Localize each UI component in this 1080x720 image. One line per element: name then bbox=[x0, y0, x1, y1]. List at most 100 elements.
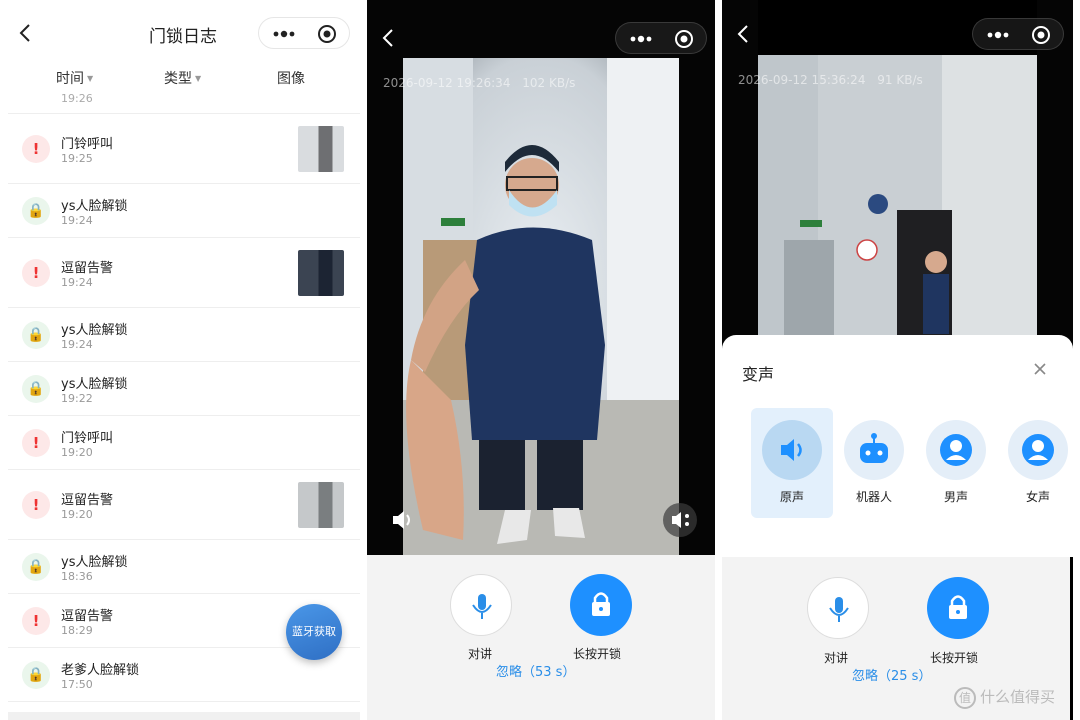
lock-icon: 🔒 bbox=[22, 321, 50, 349]
back-icon[interactable] bbox=[377, 26, 401, 50]
voice-option-label: 机器人 bbox=[855, 490, 892, 504]
entry-title: 门铃呼叫 bbox=[61, 137, 114, 152]
mini-program-capsule bbox=[258, 17, 350, 49]
list-item[interactable]: 🔒 ys人脸解锁 19:24 bbox=[8, 308, 360, 362]
site-watermark: 值什么值得买 bbox=[954, 686, 1055, 709]
voice-change-icon[interactable] bbox=[663, 503, 697, 537]
entry-title: 门铃呼叫 bbox=[61, 431, 114, 446]
talk-label: 对讲 bbox=[468, 647, 493, 661]
ignore-button[interactable]: 忽略（53 s） bbox=[496, 661, 575, 680]
alert-icon: ! bbox=[22, 429, 50, 457]
unlock-button[interactable] bbox=[927, 577, 989, 639]
snapshot-thumbnail[interactable] bbox=[298, 482, 344, 528]
dropdown-icon: ▼ bbox=[87, 74, 94, 83]
microphone-icon bbox=[829, 597, 849, 622]
unlock-label: 长按开锁 bbox=[573, 647, 622, 661]
back-icon[interactable] bbox=[732, 22, 756, 46]
speaker-icon[interactable] bbox=[385, 503, 419, 537]
voice-change-panel: 2026-09-12 15:36:24 91 KB/s 变声 原声 机器人 男声… bbox=[722, 0, 1073, 720]
filter-image[interactable]: 图像 bbox=[277, 68, 305, 88]
talk-button[interactable] bbox=[807, 577, 869, 639]
list-item[interactable]: ! 门铃呼叫 19:20 bbox=[8, 416, 360, 470]
filter-time[interactable]: 时间 ▼ bbox=[56, 68, 93, 88]
voice-option-female[interactable]: 女声 bbox=[997, 408, 1073, 518]
unlock-button[interactable] bbox=[570, 574, 632, 636]
snapshot-thumbnail[interactable] bbox=[298, 126, 344, 172]
list-item[interactable]: 🔒 ys人脸解锁 19:22 bbox=[8, 362, 360, 416]
entry-time: 19:24 bbox=[61, 276, 93, 289]
close-miniprogram-icon[interactable] bbox=[317, 24, 337, 44]
mini-program-capsule bbox=[615, 22, 707, 54]
entry-title: 逗留告警 bbox=[61, 261, 114, 276]
padlock-icon bbox=[949, 595, 967, 619]
lock-icon: 🔒 bbox=[22, 197, 50, 225]
padlock-icon bbox=[592, 592, 610, 616]
voice-option-label: 原声 bbox=[779, 490, 804, 504]
person-icon bbox=[1008, 420, 1068, 480]
call-controls: 对讲 长按开锁 忽略（53 s） bbox=[367, 555, 715, 720]
filter-type[interactable]: 类型 ▼ bbox=[164, 68, 201, 88]
list-item[interactable]: ! 门铃呼叫 19:25 bbox=[8, 114, 360, 184]
log-panel: 门锁日志 时间 ▼ 类型 ▼ 图像 19:26 ! 门铃呼叫 19:25 🔒 ys人脸解锁 1… bbox=[0, 0, 360, 720]
voice-option-robot[interactable]: 机器人 bbox=[833, 408, 915, 518]
close-miniprogram-icon[interactable] bbox=[674, 29, 694, 49]
close-icon[interactable] bbox=[1030, 359, 1050, 379]
list-item[interactable]: ! 逗留告警 19:24 bbox=[8, 238, 360, 308]
log-topbar: 门锁日志 bbox=[0, 0, 360, 66]
ignore-button[interactable]: 忽略（25 s） bbox=[852, 665, 931, 684]
video-bitrate: 91 KB/s bbox=[877, 73, 923, 87]
filter-image-label: 图像 bbox=[277, 71, 305, 87]
entry-time: 19:22 bbox=[61, 392, 93, 405]
entry-time: 19:20 bbox=[61, 508, 93, 521]
entry-title: ys人脸解锁 bbox=[61, 323, 128, 338]
person-icon bbox=[926, 420, 986, 480]
mini-program-capsule bbox=[972, 18, 1064, 50]
video-timestamp: 2026-09-12 15:36:24 bbox=[738, 73, 866, 87]
voice-option-original[interactable]: 原声 bbox=[751, 408, 833, 518]
dropdown-icon: ▼ bbox=[195, 74, 202, 83]
lock-icon: 🔒 bbox=[22, 661, 50, 689]
more-icon[interactable] bbox=[985, 26, 1011, 44]
list-item[interactable]: ! 逗留告警 19:20 bbox=[8, 470, 360, 540]
entry-time: 19:24 bbox=[61, 214, 93, 227]
entry-title: 逗留告警 bbox=[61, 493, 114, 508]
speaker-icon bbox=[762, 420, 822, 480]
entry-title: 老爹人脸解锁 bbox=[61, 663, 140, 678]
entry-title: 逗留告警 bbox=[61, 609, 114, 624]
entry-title: ys人脸解锁 bbox=[61, 555, 128, 570]
more-icon[interactable] bbox=[628, 30, 654, 48]
video-bitrate: 102 KB/s bbox=[522, 76, 576, 90]
close-miniprogram-icon[interactable] bbox=[1031, 25, 1051, 45]
entry-time: 19:24 bbox=[61, 338, 93, 351]
list-item-partial: 19:26 bbox=[8, 92, 360, 114]
talk-button[interactable] bbox=[450, 574, 512, 636]
entry-time: 19:20 bbox=[61, 446, 93, 459]
entry-time: 18:29 bbox=[61, 624, 93, 637]
bluetooth-fetch-button[interactable]: 蓝牙获取 bbox=[286, 604, 342, 660]
snapshot-thumbnail[interactable] bbox=[298, 250, 344, 296]
list-bottom-edge bbox=[8, 712, 360, 720]
watermark-text: 什么值得买 bbox=[980, 688, 1056, 706]
robot-icon bbox=[844, 420, 904, 480]
live-video: 2026-09-12 19:26:34 102 KB/s bbox=[367, 0, 715, 555]
sheet-title: 变声 bbox=[742, 365, 775, 384]
unlock-label: 长按开锁 bbox=[930, 651, 979, 665]
voice-option-label: 女声 bbox=[1025, 490, 1050, 504]
video-frame bbox=[722, 0, 1073, 360]
alert-icon: ! bbox=[22, 259, 50, 287]
alert-icon: ! bbox=[22, 135, 50, 163]
talk-label: 对讲 bbox=[824, 651, 849, 665]
microphone-icon bbox=[472, 594, 492, 619]
entry-time: 19:26 bbox=[61, 92, 93, 105]
entry-title: ys人脸解锁 bbox=[61, 377, 128, 392]
more-icon[interactable] bbox=[271, 25, 297, 43]
list-item[interactable]: 🔒 ys人脸解锁 18:36 bbox=[8, 540, 360, 594]
list-item[interactable]: 🔒 ys人脸解锁 19:24 bbox=[8, 184, 360, 238]
entry-title: ys人脸解锁 bbox=[61, 199, 128, 214]
lock-icon: 🔒 bbox=[22, 553, 50, 581]
alert-icon: ! bbox=[22, 491, 50, 519]
entry-time: 17:50 bbox=[61, 678, 93, 691]
voice-option-label: 男声 bbox=[943, 490, 968, 504]
voice-option-male[interactable]: 男声 bbox=[915, 408, 997, 518]
call-panel: 2026-09-12 19:26:34 102 KB/s 对讲 长按开锁 忽略（… bbox=[367, 0, 715, 720]
